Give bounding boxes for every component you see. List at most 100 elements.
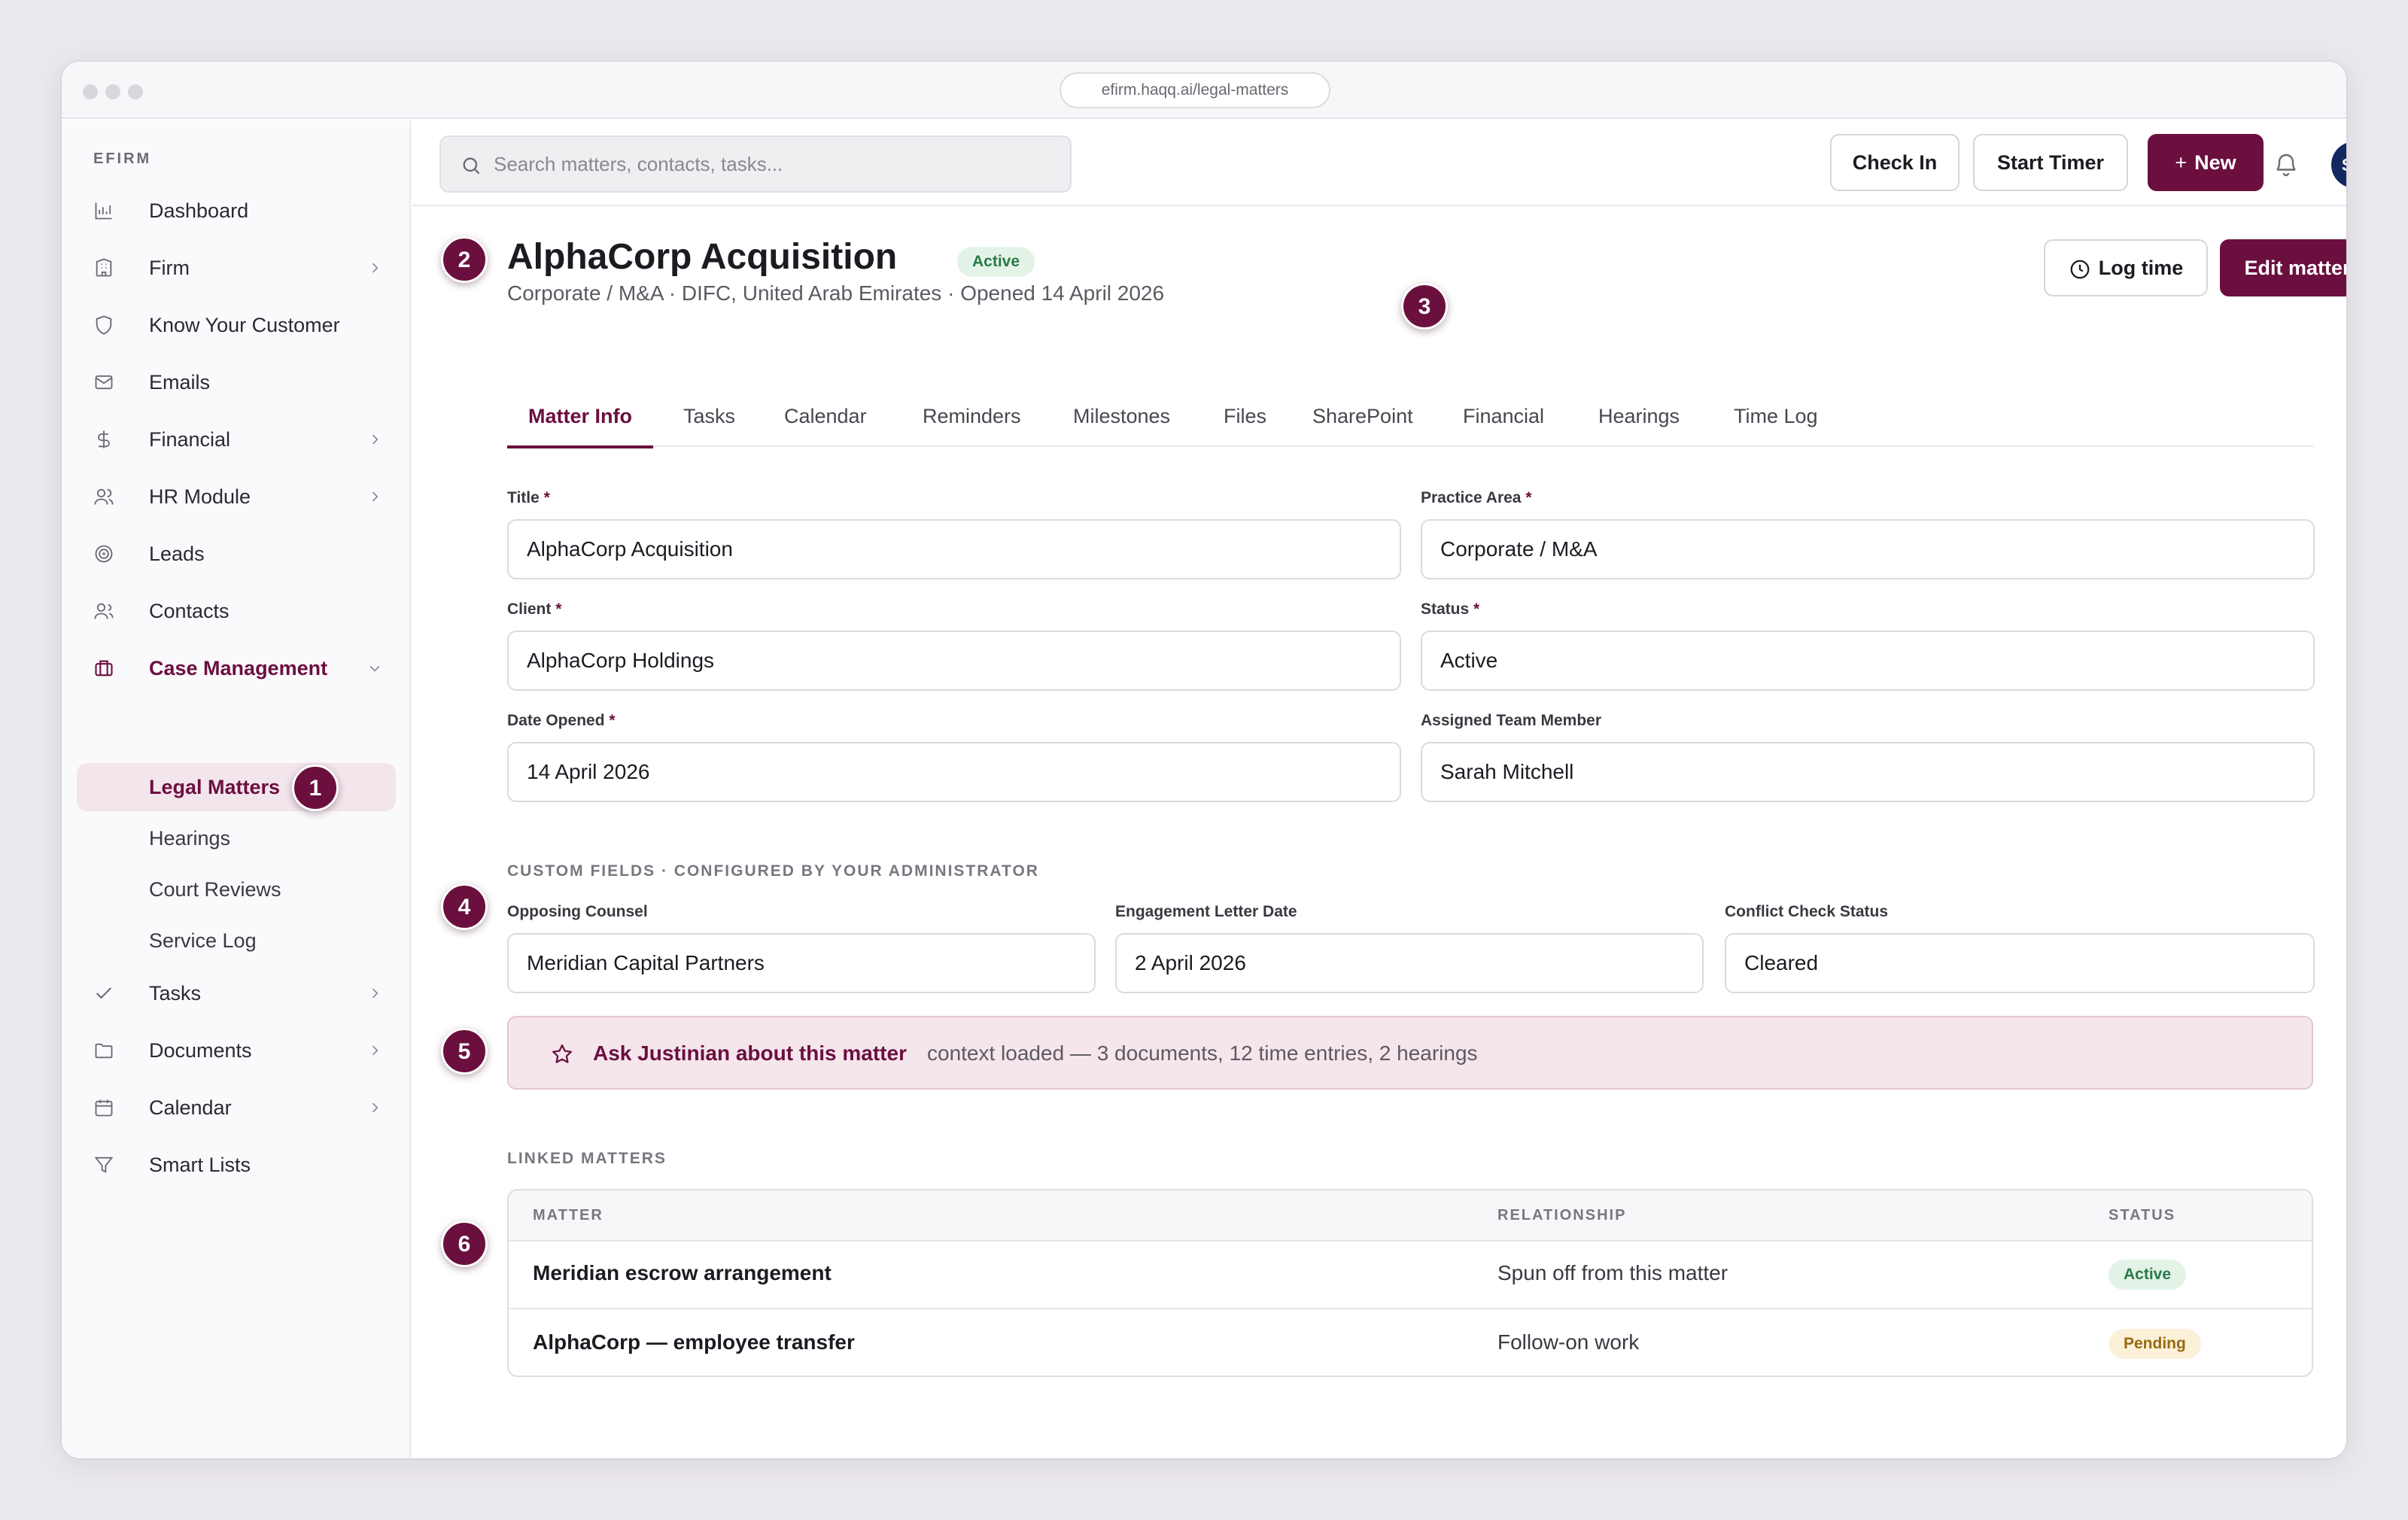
window-zoom-dot[interactable] [128,84,143,99]
sidebar-item-dashboard[interactable]: Dashboard [77,187,396,235]
tab-files[interactable]: Files [1224,405,1266,447]
conflict-check-field-label: Conflict Check Status [1725,903,1889,920]
assigned-member-field[interactable] [1421,742,2315,802]
chevron-right-icon [372,491,379,502]
address-bar[interactable]: efirm.haqq.ai/legal-matters [1060,72,1330,108]
tab-milestones[interactable]: Milestones [1073,405,1170,447]
window-close-dot[interactable] [83,84,98,99]
shield-icon [96,315,112,335]
status-field[interactable] [1421,631,2315,691]
log-time-button[interactable]: Log time [2044,239,2208,296]
callout-marker-2: 2 [441,236,488,283]
start-timer-button[interactable]: Start Timer [1973,134,2128,191]
main-content: 2 AlphaCorp Acquisition Active Corporate… [412,208,2346,1458]
sidebar-item-documents[interactable]: Documents [77,1026,396,1075]
sidebar-item-smart-lists[interactable]: Smart Lists [77,1141,396,1189]
search-box[interactable] [439,135,1072,193]
client-field-label: Client * [507,600,562,618]
target-icon [95,545,113,563]
column-header-relationship: RELATIONSHIP [1497,1207,1627,1224]
chevron-right-icon [372,1102,379,1113]
bar-chart-icon [95,202,112,220]
tab-hearings[interactable]: Hearings [1598,405,1680,447]
sidebar: EFIRM Dashboard Firm Know Your Customer … [62,120,411,1458]
table-row[interactable]: Meridian escrow arrangement Spun off fro… [509,1242,2312,1309]
date-opened-field[interactable] [507,742,1401,802]
sidebar-subitem-legal-matters[interactable]: Legal Matters [77,763,396,811]
chevron-right-icon [372,1045,379,1056]
tab-matter-info[interactable]: Matter Info [507,405,653,448]
briefcase-icon [95,660,113,676]
date-opened-field-label: Date Opened * [507,712,616,729]
practice-area-field[interactable] [1421,519,2315,579]
page-title: AlphaCorp Acquisition [507,237,898,277]
sidebar-item-case-management[interactable]: Case Management [77,644,396,692]
client-field[interactable] [507,631,1401,691]
table-header: MATTER RELATIONSHIP STATUS [509,1190,2312,1242]
tab-time-log[interactable]: Time Log [1734,405,1818,447]
ask-justinian-banner[interactable]: Ask Justinian about this matter context … [507,1016,2313,1090]
sidebar-item-emails[interactable]: Emails [77,358,396,406]
search-icon [463,157,480,175]
top-bar: Check In Start Timer + New SM [412,120,2346,206]
sidebar-item-hr-module[interactable]: HR Module [77,473,396,521]
practice-area-field-label: Practice Area * [1421,489,1532,506]
avatar[interactable]: SM [2331,141,2346,188]
brand-label: EFIRM [93,150,152,167]
sidebar-item-label: Documents [149,1039,252,1062]
tab-financial[interactable]: Financial [1463,405,1544,447]
building-icon [96,258,112,277]
engagement-letter-date-field[interactable] [1115,933,1704,993]
status-badge: Active [957,247,1035,277]
bell-icon[interactable] [2273,150,2300,178]
sidebar-item-label: Case Management [149,657,328,679]
sidebar-item-tasks[interactable]: Tasks [77,969,396,1017]
window-minimize-dot[interactable] [105,84,120,99]
table-row[interactable]: AlphaCorp — employee transfer Follow-on … [509,1311,2312,1376]
sidebar-item-firm[interactable]: Firm [77,244,396,292]
matter-cell[interactable]: AlphaCorp — employee transfer [533,1330,855,1354]
linked-matters-table: MATTER RELATIONSHIP STATUS Meridian escr… [507,1189,2313,1377]
star-icon [552,1044,572,1063]
tab-tasks[interactable]: Tasks [683,405,735,447]
title-field-label: Title * [507,489,550,506]
sidebar-item-label: Emails [149,371,211,394]
sidebar-subitem-label: Legal Matters [149,776,281,798]
sidebar-item-calendar[interactable]: Calendar [77,1084,396,1132]
check-in-button[interactable]: Check In [1830,134,1960,191]
opposing-counsel-field[interactable] [507,933,1096,993]
edit-matter-button[interactable]: Edit matter [2220,239,2346,296]
chevron-down-icon [369,665,380,672]
callout-marker-4: 4 [441,883,488,930]
sidebar-item-financial[interactable]: Financial [77,415,396,464]
status-badge: Active [2109,1260,2187,1290]
sidebar-item-contacts[interactable]: Contacts [77,587,396,635]
opposing-counsel-field-label: Opposing Counsel [507,903,648,920]
sidebar-subitem-label: Court Reviews [149,878,281,901]
sidebar-subitem-hearings[interactable]: Hearings [77,814,396,862]
sidebar-item-kyc[interactable]: Know Your Customer [77,301,396,349]
app-window: efirm.haqq.ai/legal-matters EFIRM Dashbo… [62,62,2346,1458]
sidebar-subitem-court-reviews[interactable]: Court Reviews [77,865,396,914]
chevron-right-icon [372,434,379,445]
plus-icon: + [2175,151,2188,174]
sidebar-item-label: Know Your Customer [149,314,340,336]
tab-reminders[interactable]: Reminders [923,405,1021,447]
browser-titlebar: efirm.haqq.ai/legal-matters [62,62,2346,119]
custom-fields-heading: CUSTOM FIELDS · CONFIGURED BY YOUR ADMIN… [507,862,1039,880]
sidebar-subitem-label: Service Log [149,929,257,952]
sidebar-subitem-label: Hearings [149,827,231,850]
search-input[interactable] [494,147,1050,181]
sidebar-item-leads[interactable]: Leads [77,530,396,578]
sidebar-item-label: Tasks [149,982,202,1005]
contacts-icon [94,603,114,619]
tab-calendar[interactable]: Calendar [784,405,867,447]
sidebar-item-label: Financial [149,428,231,451]
sidebar-subitem-service-log[interactable]: Service Log [77,917,396,965]
mail-icon [95,375,113,390]
matter-cell[interactable]: Meridian escrow arrangement [533,1261,832,1285]
tab-sharepoint[interactable]: SharePoint [1312,405,1413,447]
new-button[interactable]: + New [2148,134,2264,191]
title-field[interactable] [507,519,1401,579]
conflict-check-field[interactable] [1725,933,2315,993]
